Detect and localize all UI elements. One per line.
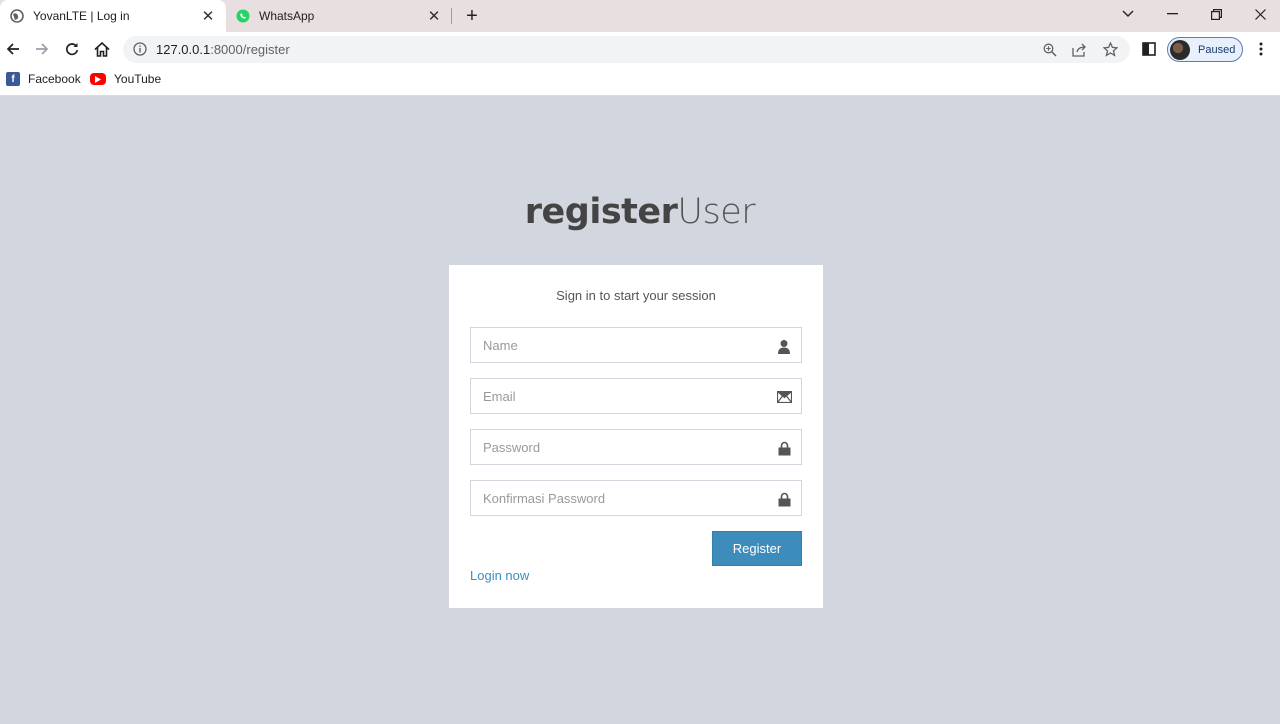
profile-button[interactable]: Paused: [1167, 37, 1243, 62]
register-box: Sign in to start your session R: [449, 265, 823, 608]
close-tab-icon[interactable]: ✕: [426, 8, 442, 25]
register-button[interactable]: Register: [712, 531, 802, 566]
facebook-icon: f: [6, 72, 20, 86]
confirm-password-field[interactable]: [470, 480, 802, 516]
bookmark-label: YouTube: [114, 72, 162, 86]
bookmark-youtube[interactable]: YouTube: [90, 72, 161, 86]
page-body: registerUser Sign in to start your sessi…: [0, 96, 1280, 724]
box-message: Sign in to start your session: [556, 288, 716, 303]
tab-search-icon[interactable]: [1108, 0, 1148, 28]
globe-icon: [10, 9, 24, 23]
profile-status: Paused: [1198, 43, 1236, 56]
password-input[interactable]: [471, 430, 801, 464]
login-now-link[interactable]: Login now: [470, 568, 529, 583]
logo-bold: register: [524, 192, 678, 232]
page-logo: registerUser: [0, 192, 1280, 232]
share-icon[interactable]: [1071, 41, 1088, 58]
new-tab-button[interactable]: +: [461, 5, 483, 27]
lock-icon: [776, 491, 792, 507]
tab-title: YovanLTE | Log in: [33, 9, 130, 23]
name-field[interactable]: [470, 327, 802, 363]
tab-separator: [451, 8, 452, 24]
bookmark-star-icon[interactable]: [1102, 41, 1119, 58]
forward-button[interactable]: [29, 36, 55, 62]
url-path: :8000/register: [210, 42, 290, 57]
close-window-icon[interactable]: [1240, 0, 1280, 28]
home-button[interactable]: [89, 36, 115, 62]
avatar: [1170, 39, 1190, 60]
bookmarks-bar: f Facebook YouTube: [0, 67, 1280, 96]
lock-icon: [776, 440, 792, 456]
envelope-icon: [776, 389, 792, 405]
close-tab-icon[interactable]: ✕: [200, 8, 216, 25]
address-bar[interactable]: 127.0.0.1:8000/register: [123, 36, 1130, 63]
restore-icon[interactable]: [1196, 0, 1236, 28]
youtube-icon: [90, 73, 106, 85]
whatsapp-icon: [236, 9, 250, 23]
logo-light: User: [677, 192, 756, 232]
url-host: 127.0.0.1: [156, 42, 211, 57]
zoom-icon[interactable]: [1041, 41, 1058, 58]
confirm-password-input[interactable]: [471, 481, 801, 515]
reload-button[interactable]: [59, 36, 85, 62]
name-input[interactable]: [471, 328, 801, 362]
password-field[interactable]: [470, 429, 802, 465]
tab-yovanlte[interactable]: YovanLTE | Log in ✕: [0, 0, 226, 32]
bookmark-label: Facebook: [28, 72, 81, 86]
minimize-icon[interactable]: [1152, 0, 1192, 28]
site-info-icon[interactable]: [133, 42, 148, 57]
email-input[interactable]: [471, 379, 801, 413]
tab-title: WhatsApp: [259, 9, 315, 23]
tab-whatsapp[interactable]: WhatsApp ✕: [226, 0, 452, 32]
back-button[interactable]: [0, 36, 26, 62]
url-text[interactable]: 127.0.0.1:8000/register: [156, 42, 290, 57]
bookmark-facebook[interactable]: f Facebook: [6, 72, 81, 86]
menu-icon[interactable]: [1248, 36, 1274, 62]
email-field[interactable]: [470, 378, 802, 414]
side-panel-icon[interactable]: [1136, 36, 1162, 62]
user-icon: [776, 338, 792, 354]
tab-strip: YovanLTE | Log in ✕ WhatsApp ✕ +: [0, 0, 1280, 32]
